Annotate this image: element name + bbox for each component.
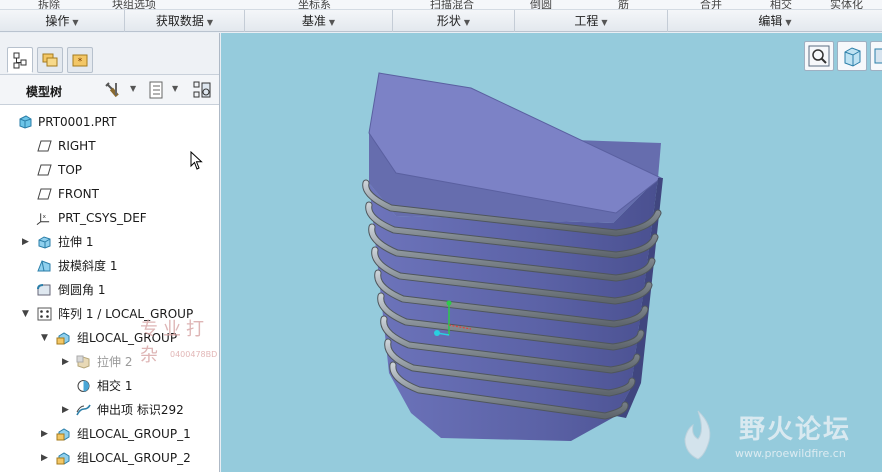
tree-item-label: 拔模斜度 1 [58, 259, 118, 273]
tree-filter-icon[interactable] [192, 80, 212, 100]
draft-icon [37, 260, 51, 272]
expand-arrow-icon[interactable]: ▶ [41, 423, 51, 445]
model-tree-toolbar: 模型树 ▼ ▼ [0, 75, 219, 105]
folders-icon [42, 53, 58, 67]
group-edit[interactable]: 编辑 ▼ [668, 10, 882, 32]
mouse-cursor-icon [190, 151, 203, 170]
model-tree-tab[interactable] [7, 47, 33, 73]
tree-structure-icon [13, 52, 27, 69]
ribbon-item[interactable]: 拆除 [38, 0, 60, 9]
tree-item-top-plane[interactable]: TOP [0, 159, 219, 181]
ribbon-item[interactable]: 筋 [618, 0, 629, 9]
part-icon [19, 115, 32, 129]
extrude-icon [38, 236, 51, 249]
ribbon-item[interactable]: 扫描混合 [430, 0, 474, 9]
dropdown-arrow-icon: ▼ [785, 18, 792, 27]
tree-item-local-group-1[interactable]: ▶ 组LOCAL_GROUP_1 [0, 423, 219, 445]
tree-item-label: 拉伸 2 [97, 355, 133, 369]
chevron-down-icon[interactable]: ▼ [172, 84, 178, 93]
dropdown-arrow-icon: ▼ [601, 18, 608, 27]
collapse-arrow-icon[interactable]: ▼ [41, 327, 51, 349]
panel-tab-row: * [0, 33, 219, 75]
forum-logo-name: 野火论坛 [739, 415, 852, 445]
svg-text:*: * [78, 57, 83, 67]
expand-arrow-icon[interactable]: ▶ [41, 447, 51, 469]
tree-item-label: 组LOCAL_GROUP_1 [77, 427, 191, 441]
expand-arrow-icon[interactable]: ▶ [22, 231, 32, 253]
tree-item-label: 拉伸 1 [58, 235, 94, 249]
tree-item-label: PRT_CSYS_DEF [58, 211, 147, 225]
tree-item-label: PRT0001.PRT [38, 115, 117, 129]
group-datum[interactable]: 基准 ▼ [245, 10, 393, 32]
favorites-tab[interactable]: * [67, 47, 93, 73]
tree-item-draft-1[interactable]: 拔模斜度 1 [0, 255, 219, 277]
tree-item-label: TOP [58, 163, 83, 177]
show-list-icon[interactable] [148, 81, 164, 99]
ribbon-top-strip: 拆除 块组选项 坐标系 扫描混合 倒圆 筋 合并 相交 实体化 [0, 0, 882, 10]
model-tree-title: 模型树 [26, 85, 63, 99]
tree-item-part[interactable]: PRT0001.PRT [0, 111, 219, 133]
round-icon [37, 284, 51, 296]
watermark-number: 0400478BD [170, 350, 218, 359]
graphics-viewport[interactable]: 野火论坛 www.proewildfire.cn [221, 33, 882, 472]
tools-icon[interactable] [104, 81, 122, 99]
svg-text:x: x [43, 214, 47, 220]
group-icon [56, 428, 70, 441]
tree-item-intersect-1[interactable]: 相交 1 [0, 375, 219, 397]
forum-logo-url: www.proewildfire.cn [735, 447, 846, 460]
expand-arrow-icon[interactable]: ▶ [62, 399, 72, 421]
chevron-down-icon[interactable]: ▼ [130, 84, 136, 93]
group-operations[interactable]: 操作 ▼ [0, 10, 125, 32]
model-tree-panel: * 模型树 ▼ ▼ PRT0001.PRT RIGHT TOP FRONT x … [0, 33, 220, 472]
csys-icon: x [36, 213, 50, 225]
tree-item-label: 伸出项 标识292 [97, 403, 184, 417]
tree-item-local-group-2[interactable]: ▶ 组LOCAL_GROUP_2 [0, 447, 219, 469]
ribbon-item[interactable]: 倒圆 [530, 0, 552, 9]
ribbon-item[interactable]: 相交 [770, 0, 792, 9]
ribbon-item[interactable]: 块组选项 [112, 0, 156, 9]
extrude-suppressed-icon [76, 355, 90, 369]
tree-item-label: FRONT [58, 187, 99, 201]
tree-item-label: 相交 1 [97, 379, 133, 393]
pattern-icon [37, 307, 52, 321]
ribbon-item[interactable]: 坐标系 [298, 0, 331, 9]
ribbon-item[interactable]: 合并 [700, 0, 722, 9]
tree-item-right-plane[interactable]: RIGHT [0, 135, 219, 157]
collapse-arrow-icon[interactable]: ▼ [22, 303, 32, 325]
group-get-data[interactable]: 获取数据 ▼ [125, 10, 245, 32]
tree-item-label: 倒圆角 1 [58, 283, 106, 297]
group-engineering[interactable]: 工程 ▼ [515, 10, 668, 32]
dropdown-arrow-icon: ▼ [463, 18, 471, 27]
layer-tree-tab[interactable] [37, 47, 63, 73]
group-shapes[interactable]: 形状 ▼ [393, 10, 515, 32]
datum-plane-icon [37, 188, 52, 200]
tree-item-extrude-1[interactable]: ▶ 拉伸 1 [0, 231, 219, 253]
tree-item-protrusion[interactable]: ▶ 伸出项 标识292 [0, 399, 219, 421]
datum-plane-icon [37, 164, 52, 176]
group-icon [56, 332, 70, 345]
tree-item-label: 组LOCAL_GROUP_2 [77, 451, 191, 465]
watermark-text: 专业打杂 [140, 319, 209, 366]
datum-plane-icon [37, 140, 52, 152]
ribbon-group-bar: 操作 ▼ 获取数据 ▼ 基准 ▼ 形状 ▼ 工程 ▼ 编辑 ▼ [0, 10, 882, 32]
star-folder-icon: * [72, 54, 88, 67]
protrusion-icon [76, 404, 91, 416]
tree-item-round-1[interactable]: 倒圆角 1 [0, 279, 219, 301]
flame-logo-icon [684, 410, 711, 460]
dropdown-arrow-icon: ▼ [328, 18, 336, 27]
forum-logo: 野火论坛 www.proewildfire.cn [671, 405, 879, 469]
tree-item-front-plane[interactable]: FRONT [0, 183, 219, 205]
expand-arrow-icon[interactable]: ▶ [62, 351, 72, 373]
dropdown-arrow-icon: ▼ [206, 18, 214, 27]
intersect-icon [77, 380, 90, 392]
ribbon-item[interactable]: 实体化 [830, 0, 863, 9]
dropdown-arrow-icon: ▼ [72, 18, 79, 27]
group-icon [56, 452, 70, 465]
tree-item-label: RIGHT [58, 139, 96, 153]
tree-item-csys[interactable]: x PRT_CSYS_DEF [0, 207, 219, 229]
